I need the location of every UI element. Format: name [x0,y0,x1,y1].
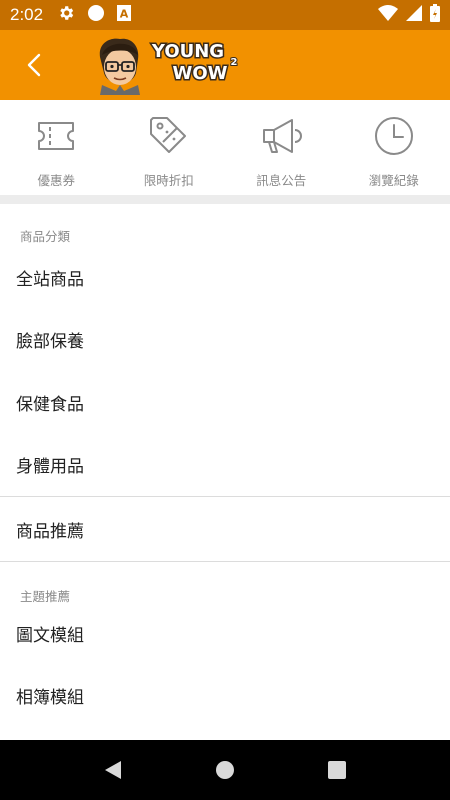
svg-text:A: A [120,8,129,21]
coupon-button[interactable]: 優惠券 [0,100,113,195]
chevron-left-icon [27,53,41,77]
system-nav-bar [0,740,450,800]
status-bar: 2:02 A [0,0,450,30]
logo-superscript: 2 [231,57,238,68]
menu-item-image-text-module[interactable]: 圖文模組 [0,602,450,665]
logo-line1: YOUNG [151,41,224,62]
category-menu: 商品分類 全站商品 臉部保養 保健食品 身體用品 商品推薦 主題推薦 圖文模組 … [0,204,450,727]
history-button[interactable]: 瀏覽紀錄 [338,100,450,195]
menu-item-face-care[interactable]: 臉部保養 [0,309,450,372]
app-bar: YOUNG WOW 2 [0,30,450,100]
announcement-label: 訊息公告 [256,173,307,188]
home-circle-icon [216,761,234,779]
discount-tag-icon [147,114,191,158]
megaphone-icon [259,114,303,158]
status-notification-icons: A [57,4,132,26]
wifi-icon [378,5,398,25]
logo-line2: WOW [172,63,227,84]
history-label: 瀏覽紀錄 [368,173,419,188]
discount-button[interactable]: 限時折扣 [113,100,226,195]
back-button[interactable] [16,49,52,81]
ticket-icon [34,114,78,158]
coupon-label: 優惠券 [37,173,75,188]
menu-item-all-products[interactable]: 全站商品 [0,246,450,309]
announcement-button[interactable]: 訊息公告 [225,100,338,195]
nav-home-button[interactable] [169,740,281,800]
signal-icon [406,5,422,25]
menu-item-album-module[interactable]: 相簿模組 [0,665,450,728]
status-time: 2:02 [10,5,44,24]
font-icon: A [117,5,132,25]
battery-icon [430,4,440,26]
back-triangle-icon [105,761,121,779]
status-system-icons [378,4,440,26]
quick-actions: 優惠券 限時折扣 訊息公告 瀏覽紀錄 [0,100,450,195]
section-gap [0,195,450,204]
circle-icon [87,4,105,26]
nav-back-button[interactable] [57,740,169,800]
nav-recents-button[interactable] [281,740,393,800]
young-wow-logo: YOUNG WOW 2 [99,38,239,95]
clock-icon [372,114,416,158]
mascot-face-icon [99,38,140,95]
discount-label: 限時折扣 [143,173,194,188]
menu-item-body-care[interactable]: 身體用品 [0,434,450,497]
section-header-categories: 商品分類 [20,229,71,244]
recents-square-icon [328,761,346,779]
gear-icon [57,4,75,26]
section-header-themes: 主題推薦 [20,589,71,604]
menu-item-recommended[interactable]: 商品推薦 [0,497,450,561]
menu-item-health-food[interactable]: 保健食品 [0,371,450,434]
